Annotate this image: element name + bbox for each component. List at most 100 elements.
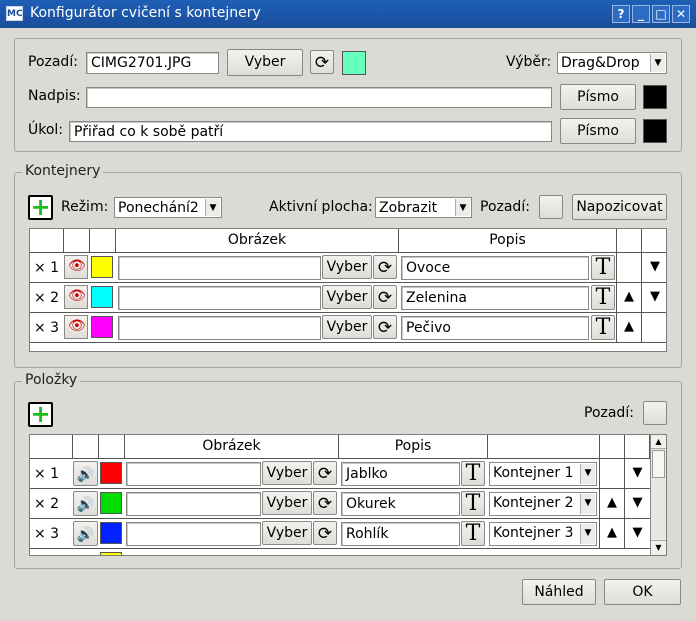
item-image-refresh-button[interactable]: ⟳ xyxy=(313,461,337,485)
item-image-refresh-button[interactable]: ⟳ xyxy=(313,521,337,545)
move-down-button[interactable]: ▼ xyxy=(625,519,650,549)
containers-background-label: Pozadí: xyxy=(480,199,530,215)
item-color-swatch[interactable] xyxy=(100,462,122,484)
play-sound-button[interactable]: 🔊 xyxy=(73,491,98,516)
col-header-desc: Popis xyxy=(399,229,617,253)
item-image-field[interactable] xyxy=(126,462,261,486)
container-image-refresh-button[interactable]: ⟳ xyxy=(373,255,397,279)
container-image-refresh-button[interactable]: ⟳ xyxy=(373,315,397,339)
play-sound-button[interactable]: 🔊 xyxy=(73,521,98,546)
move-down-button[interactable]: ▼ xyxy=(642,283,666,313)
item-image-refresh-button[interactable]: ⟳ xyxy=(313,491,337,515)
container-image-refresh-button[interactable]: ⟳ xyxy=(373,285,397,309)
move-down-button[interactable]: ▼ xyxy=(642,253,666,283)
task-font-button[interactable]: Písmo xyxy=(560,118,636,144)
active-area-combo[interactable]: Zobrazit ▼ xyxy=(375,197,472,218)
add-item-button[interactable]: + xyxy=(28,402,53,427)
caption-field[interactable] xyxy=(86,87,552,108)
move-down-button[interactable]: ▼ xyxy=(625,459,650,489)
container-desc-field[interactable]: Ovoce xyxy=(401,256,589,280)
scroll-thumb[interactable] xyxy=(652,450,665,478)
ok-button[interactable]: OK xyxy=(604,579,681,605)
background-color-swatch[interactable] xyxy=(342,51,366,75)
visibility-button[interactable]: 👁 xyxy=(64,315,88,339)
task-color-swatch[interactable] xyxy=(643,119,667,143)
background-browse-button[interactable]: Vyber xyxy=(227,49,303,76)
move-down-button[interactable]: ▼ xyxy=(625,489,650,519)
items-background-swatch[interactable] xyxy=(643,401,667,425)
items-scrollbar[interactable]: ▲ ▼ xyxy=(650,435,666,555)
item-image-field[interactable] xyxy=(126,492,261,516)
item-image-browse-button[interactable]: Vyber xyxy=(262,491,312,515)
play-sound-button[interactable]: 🔊 xyxy=(73,461,98,486)
item-container-combo[interactable]: Kontejner 2 ▼ xyxy=(489,492,597,516)
item-desc-field[interactable]: Jablko xyxy=(341,462,460,486)
minimize-button[interactable]: _ xyxy=(632,5,650,23)
item-container-value: Kontejner 3 xyxy=(493,525,574,541)
move-up-button[interactable]: ▲ xyxy=(600,519,624,549)
selection-value: Drag&Drop xyxy=(561,55,640,71)
row-number: × 2 xyxy=(34,496,60,512)
mode-value: Ponechání2 xyxy=(118,200,199,216)
item-container-combo[interactable]: Kontejner 1 ▼ xyxy=(489,462,597,486)
container-image-browse-button[interactable]: Vyber xyxy=(322,315,372,339)
container-desc-field[interactable]: Pečivo xyxy=(401,316,589,340)
selection-combo[interactable]: Drag&Drop ▼ xyxy=(557,52,667,74)
container-color-swatch[interactable] xyxy=(91,286,113,308)
task-field[interactable]: Přiřad co k sobě patří xyxy=(69,121,552,142)
container-color-swatch[interactable] xyxy=(91,316,113,338)
container-text-style-button[interactable]: T xyxy=(591,315,615,340)
item-text-style-button[interactable]: T xyxy=(461,521,485,546)
maximize-button[interactable]: □ xyxy=(652,5,670,23)
background-file-field[interactable]: CIMG2701.JPG xyxy=(86,52,219,74)
container-text-style-button[interactable]: T xyxy=(591,255,615,280)
caption-font-button[interactable]: Písmo xyxy=(560,84,636,110)
item-color-swatch[interactable] xyxy=(100,522,122,544)
item-image-field[interactable] xyxy=(126,522,261,546)
item-text-style-button[interactable]: T xyxy=(461,461,485,486)
window-title: Konfigurátor cvičení s kontejnery xyxy=(30,5,261,21)
caption-color-swatch[interactable] xyxy=(643,85,667,109)
arrow-up-icon: ▲ xyxy=(624,289,634,304)
containers-background-swatch[interactable] xyxy=(539,195,563,219)
item-desc-field[interactable]: Okurek xyxy=(341,492,460,516)
item-image-browse-button[interactable]: Vyber xyxy=(262,461,312,485)
close-button[interactable]: ✕ xyxy=(672,5,690,23)
preview-button[interactable]: Náhled xyxy=(522,579,596,605)
container-image-field[interactable] xyxy=(118,286,321,310)
background-refresh-button[interactable]: ⟳ xyxy=(310,50,334,74)
active-area-label: Aktivní plocha: xyxy=(269,199,373,215)
scroll-up-icon[interactable]: ▲ xyxy=(651,435,666,449)
text-style-icon: T xyxy=(465,491,481,516)
arrow-down-icon: ▼ xyxy=(650,289,660,304)
item-desc-field[interactable]: Rohlík xyxy=(341,522,460,546)
item-color-swatch[interactable] xyxy=(100,552,122,555)
move-up-button[interactable]: ▲ xyxy=(617,283,641,313)
help-button[interactable]: ? xyxy=(612,5,630,23)
container-image-field[interactable] xyxy=(118,256,321,280)
position-button[interactable]: Napozicovat xyxy=(572,194,667,220)
container-text-style-button[interactable]: T xyxy=(591,285,615,310)
item-text-style-button[interactable]: T xyxy=(461,491,485,516)
item-container-combo[interactable]: Kontejner 3 ▼ xyxy=(489,522,597,546)
container-image-browse-button[interactable]: Vyber xyxy=(322,255,372,279)
item-image-browse-button[interactable]: Vyber xyxy=(262,521,312,545)
active-area-value: Zobrazit xyxy=(379,200,438,216)
move-up-button[interactable]: ▲ xyxy=(617,313,641,343)
scroll-down-icon[interactable]: ▼ xyxy=(651,540,666,554)
container-image-field[interactable] xyxy=(118,316,321,340)
container-image-browse-button[interactable]: Vyber xyxy=(322,285,372,309)
row-number: × 2 xyxy=(34,290,60,306)
row-number: × 1 xyxy=(34,466,60,482)
container-color-swatch[interactable] xyxy=(91,256,113,278)
visibility-button[interactable]: 👁 xyxy=(64,285,88,309)
table-row: × 3 🔊 Vyber ⟳ Rohlík T Kontejner 3 ▼ ▲ ▼ xyxy=(30,519,650,549)
container-desc-field[interactable]: Zelenina xyxy=(401,286,589,310)
add-container-button[interactable]: + xyxy=(28,195,53,220)
move-up-button[interactable]: ▲ xyxy=(600,489,624,519)
item-color-swatch[interactable] xyxy=(100,492,122,514)
text-style-icon: T xyxy=(465,521,481,546)
visibility-button[interactable]: 👁 xyxy=(64,255,88,279)
speaker-icon: 🔊 xyxy=(76,497,95,513)
mode-combo[interactable]: Ponechání2 ▼ xyxy=(114,197,222,218)
